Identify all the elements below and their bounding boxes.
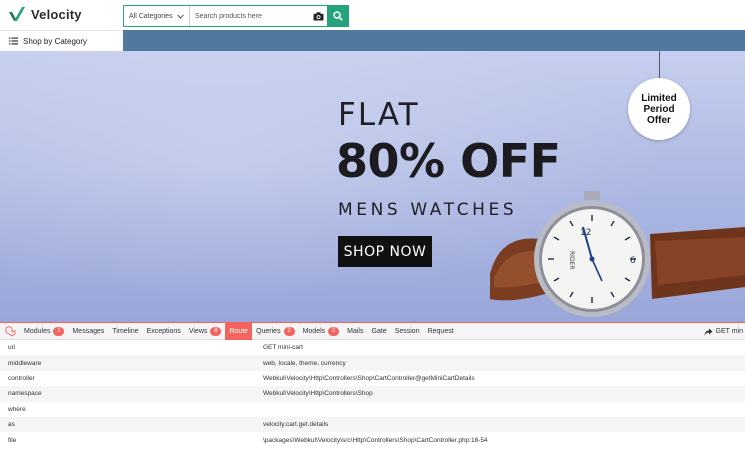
route-row: middleware web, locale, theme, currency — [0, 355, 745, 371]
tab-timeline-label: Timeline — [112, 327, 139, 335]
tab-timeline[interactable]: Timeline — [108, 323, 142, 340]
route-key: namespace — [8, 390, 42, 398]
banner-headline-flat: FLAT — [338, 97, 420, 133]
route-key: middleware — [8, 359, 42, 367]
tab-request-label: Request — [427, 327, 454, 335]
tab-messages-label: Messages — [72, 327, 105, 335]
route-value: web, locale, theme, currency — [263, 359, 346, 367]
route-row: where — [0, 402, 745, 417]
route-key: where — [8, 405, 26, 413]
route-key: as — [8, 421, 15, 429]
tab-views-badge: 8 — [210, 326, 222, 336]
velocity-logo-icon — [9, 7, 25, 21]
hero-banner[interactable]: FLAT 80% OFF MENS WATCHES SHOP NOW Limit… — [0, 51, 745, 322]
site-header: Velocity All Categories — [0, 0, 745, 30]
share-arrow-icon — [704, 328, 712, 335]
tab-gate-label: Gate — [371, 327, 387, 335]
route-details: uri GET mini-cart middleware web, locale, … — [0, 340, 745, 448]
tab-mails[interactable]: Mails — [343, 323, 367, 340]
tab-models-badge: 2 — [328, 326, 340, 336]
debugbar: Modules 1 Messages Timeline Exceptions Vi… — [0, 322, 745, 472]
tab-modules-badge: 1 — [53, 326, 65, 336]
debugbar-logo[interactable] — [0, 323, 20, 340]
watch-image: 12 6 RIDER — [490, 191, 745, 317]
search-button[interactable] — [327, 6, 348, 26]
tab-views-label: Views — [188, 327, 208, 335]
list-menu-icon — [9, 37, 18, 45]
tab-modules-label: Modules — [24, 327, 51, 335]
tab-exceptions-label: Exceptions — [146, 327, 181, 335]
route-value: GET mini-cart — [263, 344, 303, 352]
tab-views[interactable]: Views 8 — [185, 323, 226, 340]
tab-request[interactable]: Request — [424, 323, 458, 340]
tab-models-label: Models — [302, 327, 326, 335]
shop-by-category-label: Shop by Category — [23, 36, 88, 46]
chevron-down-icon — [177, 13, 184, 19]
tab-modules[interactable]: Modules 1 — [20, 323, 68, 340]
logo[interactable]: Velocity — [8, 6, 82, 23]
tab-models[interactable]: Models 2 — [299, 323, 344, 340]
request-selector[interactable]: GET min — [704, 323, 745, 340]
tab-route-label: Route — [229, 327, 249, 335]
search-input[interactable] — [190, 6, 309, 26]
offer-line-2: Period — [643, 103, 675, 115]
shop-now-button[interactable]: SHOP NOW — [338, 236, 432, 267]
svg-text:6: 6 — [630, 256, 636, 266]
route-key: controller — [8, 374, 35, 382]
nav-strip — [123, 30, 745, 51]
route-key: uri — [8, 344, 16, 352]
search-icon — [332, 11, 343, 21]
tab-messages[interactable]: Messages — [68, 323, 108, 340]
page: Velocity All Categories Search products … — [0, 0, 745, 472]
logo-text: Velocity — [31, 7, 82, 22]
camera-icon — [313, 11, 323, 20]
category-nav: Shop by Category — [0, 30, 745, 51]
route-value: \packages\Webkul\Velocity\src\Http\Contr… — [263, 436, 488, 444]
tab-session[interactable]: Session — [391, 323, 424, 340]
tab-queries-badge: 2 — [283, 326, 295, 336]
route-key: file — [8, 436, 17, 444]
search-bar: All Categories — [123, 5, 349, 27]
tab-route[interactable]: Route — [225, 322, 253, 340]
route-value: Webkul\Velocity\Http\Controllers\Shop — [263, 390, 373, 398]
debugbar-tabs: Modules 1 Messages Timeline Exceptions Vi… — [0, 322, 745, 340]
route-row: namespace Webkul\Velocity\Http\Controller… — [0, 386, 745, 402]
offer-line-1: Limited — [641, 92, 677, 104]
route-value: velocity.cart.get.details — [263, 421, 329, 429]
tab-mails-label: Mails — [347, 327, 364, 335]
category-select-value: All Categories — [129, 12, 173, 20]
camera-search-button[interactable] — [309, 6, 327, 26]
tab-queries[interactable]: Queries 2 — [252, 323, 299, 340]
tab-gate[interactable]: Gate — [368, 323, 391, 340]
laravel-logo-icon — [5, 325, 15, 336]
tab-session-label: Session — [394, 327, 420, 335]
offer-line-3: Offer — [647, 114, 671, 126]
route-row: controller Webkul\Velocity\Http\Controlle… — [0, 371, 745, 386]
watch-brand-text: RIDER — [568, 251, 575, 270]
shop-by-category-button[interactable]: Shop by Category — [0, 30, 123, 51]
tag-string — [659, 51, 660, 78]
route-row: uri GET mini-cart — [0, 340, 745, 355]
category-select[interactable]: All Categories — [124, 6, 190, 26]
route-row: as velocity.cart.get.details — [0, 416, 745, 433]
route-value: Webkul\Velocity\Http\Controllers\Shop\Ca… — [263, 374, 475, 382]
request-selector-label: GET min — [715, 328, 744, 335]
route-row: file \packages\Webkul\Velocity\src\Http\C… — [0, 432, 745, 447]
limited-offer-tag: Limited Period Offer — [628, 78, 690, 140]
tab-exceptions[interactable]: Exceptions — [143, 323, 185, 340]
tab-queries-label: Queries — [256, 327, 281, 335]
